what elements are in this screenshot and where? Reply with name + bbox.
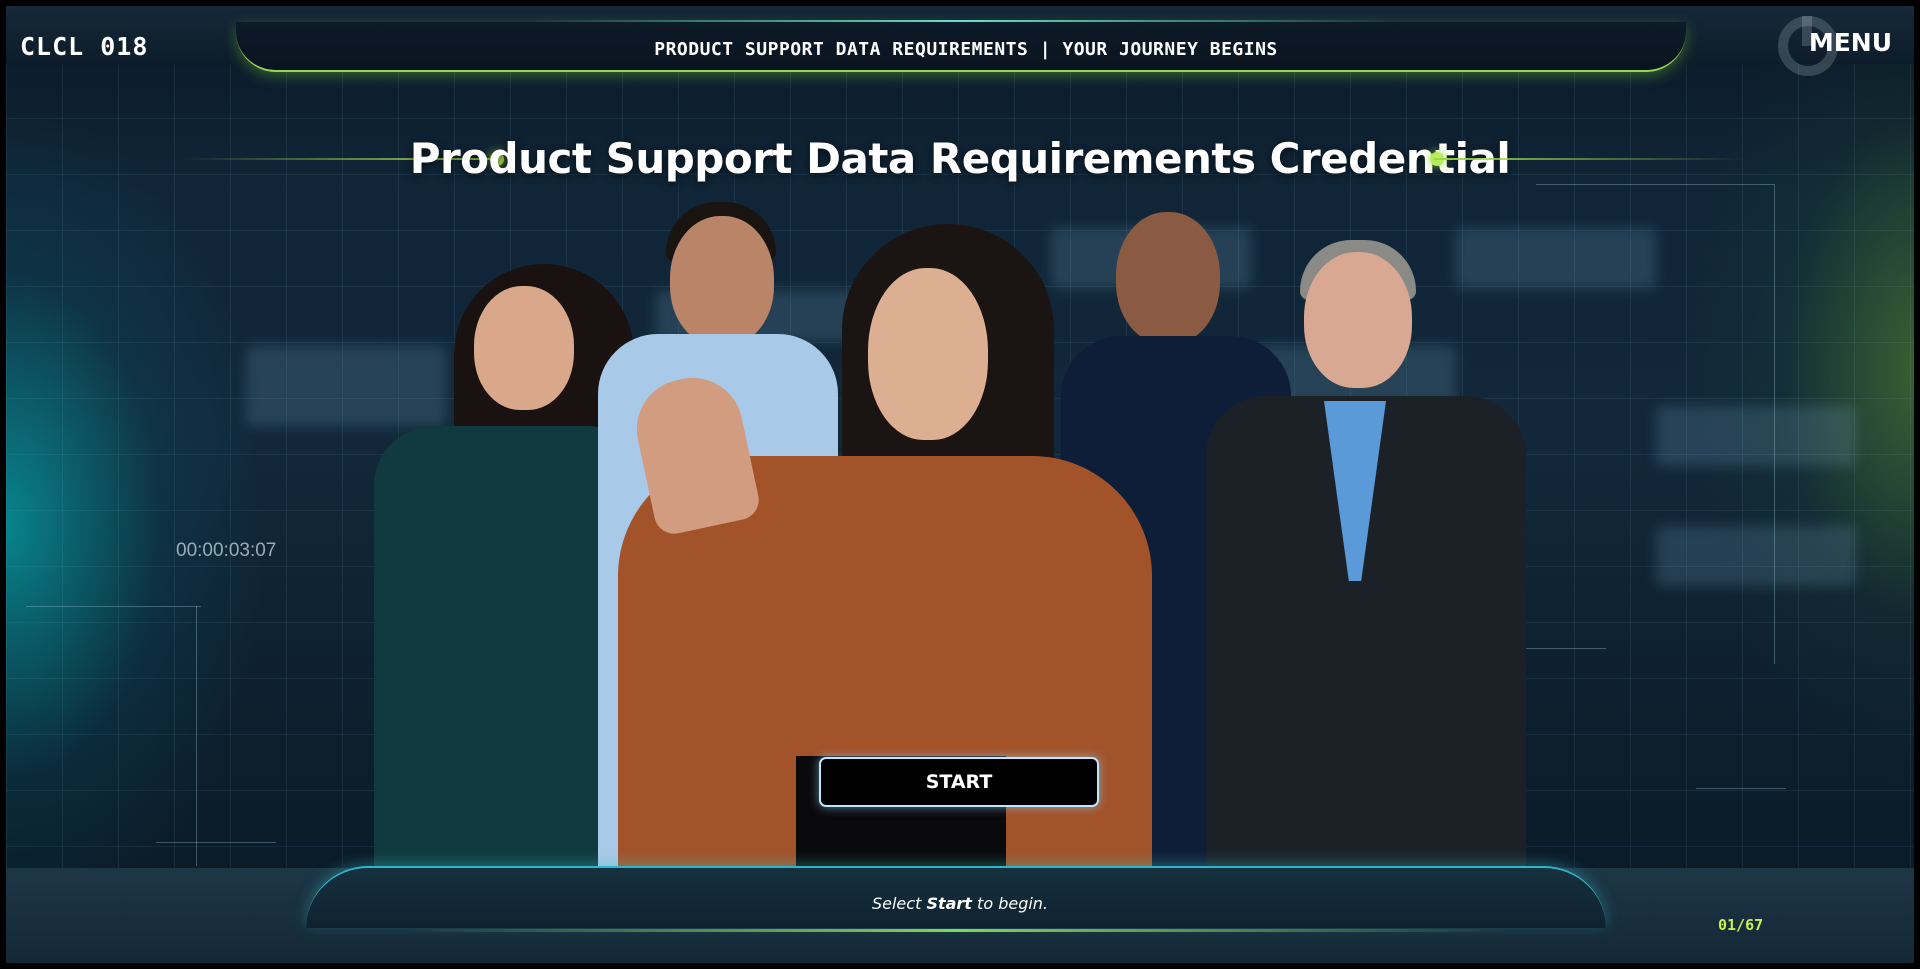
course-player: 00:00:03:07 CLCL 018 PRODUCT SUPPORT DAT… [0,0,1920,969]
instruction-suffix: to begin. [971,894,1049,913]
module-title: PRODUCT SUPPORT DATA REQUIREMENTS | YOUR… [654,39,1278,60]
slide-heading-row: Product Support Data Requirements Creden… [6,130,1914,190]
menu-label: MENU [1808,27,1892,57]
instruction-emphasis: Start [926,894,972,913]
menu-button[interactable]: MENU [1772,12,1892,76]
instruction-text: Select Start to begin. [6,894,1914,913]
instruction-prefix: Select [871,894,927,913]
page-counter: 01/67 [1718,916,1764,934]
start-button[interactable]: START [819,757,1099,807]
heading-accent-line-right [1434,158,1744,160]
slide-frame: 00:00:03:07 CLCL 018 PRODUCT SUPPORT DAT… [6,6,1914,963]
top-bar: CLCL 018 PRODUCT SUPPORT DATA REQUIREMEN… [6,6,1914,76]
